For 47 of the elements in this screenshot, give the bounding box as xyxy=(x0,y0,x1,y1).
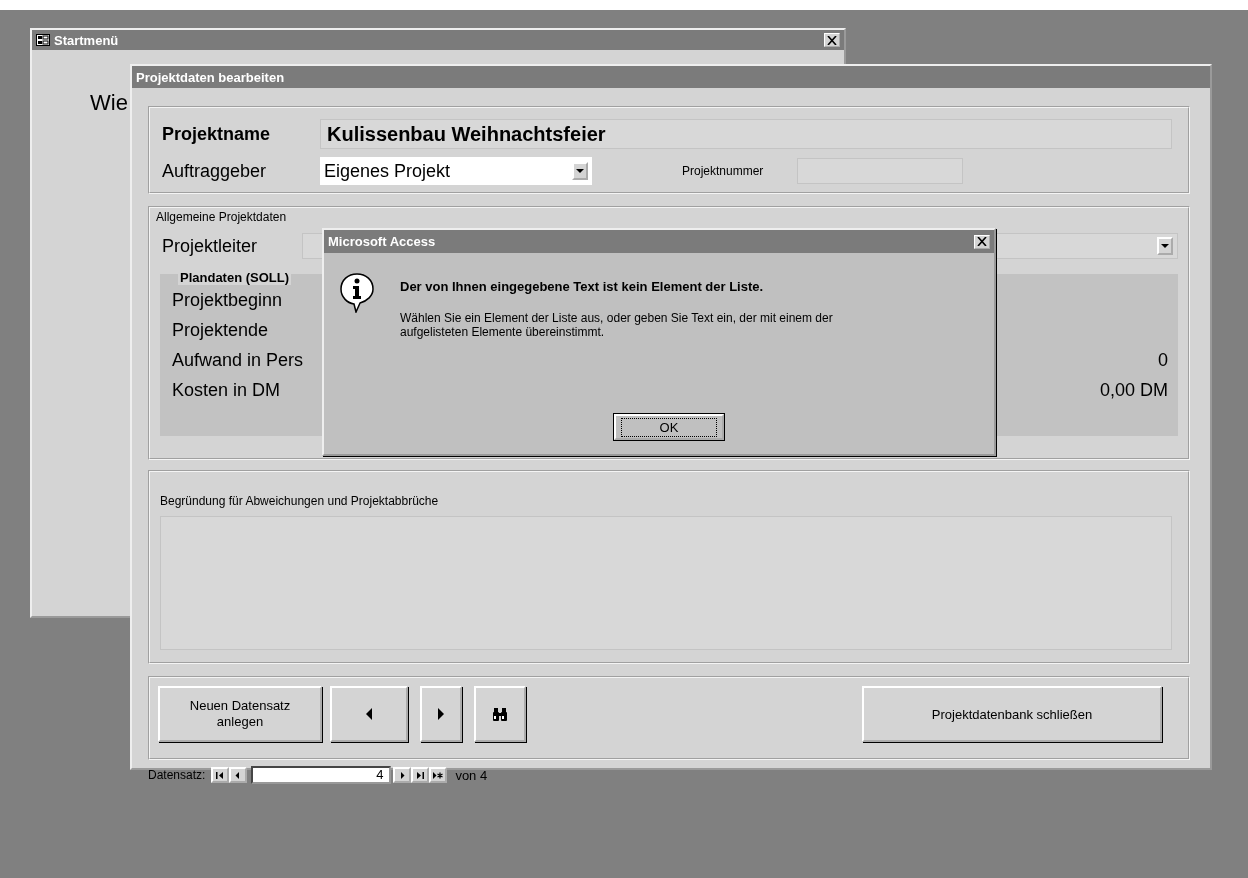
right-arrow-icon xyxy=(438,708,444,720)
welcome-heading: Wie xyxy=(90,90,128,115)
field-label: Projektende xyxy=(172,319,269,341)
close-database-button[interactable]: Projektdatenbank schließen xyxy=(862,686,1162,742)
field-label: Projektnummer xyxy=(682,164,764,178)
new-record-icon xyxy=(433,771,444,779)
previous-record-button[interactable] xyxy=(229,767,248,783)
close-button[interactable] xyxy=(974,234,990,249)
first-record-button[interactable] xyxy=(211,767,230,783)
left-arrow-icon xyxy=(366,708,372,720)
info-icon xyxy=(340,273,374,313)
field-label: Projektleiter xyxy=(161,235,259,257)
new-record-button[interactable] xyxy=(429,767,448,783)
dropdown-button[interactable] xyxy=(572,162,588,180)
record-count: von 4 xyxy=(455,767,488,783)
close-button[interactable] xyxy=(824,33,840,47)
dialog-message: Wählen Sie ein Element der Liste aus, oder geben Sie Text ein, der mit einem der aufgelisteten Elemente übereinstimmt. xyxy=(400,312,834,340)
field-value: 0 xyxy=(1158,349,1168,371)
form-icon xyxy=(36,34,50,46)
record-number-field[interactable]: 4 xyxy=(251,766,392,784)
field-label: Projektbeginn xyxy=(172,289,283,311)
field-label: Begründung für Abweichungen und Projektabbrüche xyxy=(160,494,440,508)
first-record-icon xyxy=(215,771,226,779)
field-label: Projektname xyxy=(162,123,272,145)
next-record-button[interactable] xyxy=(393,767,412,783)
dialog-heading: Der von Ihnen eingegebene Text ist kein Element der Liste. xyxy=(400,279,765,294)
project-name-field[interactable]: Kulissenbau Weihnachtsfeier xyxy=(320,119,1172,149)
new-record-button[interactable]: Neuen Datensatz anlegen xyxy=(158,686,322,742)
ok-button[interactable]: OK xyxy=(614,414,724,440)
group-label: Allgemeine Projektdaten xyxy=(156,210,288,224)
record-label: Datensatz: xyxy=(148,768,206,782)
field-label: Kosten in DM xyxy=(172,379,281,401)
window-title: Projektdaten bearbeiten xyxy=(136,69,285,85)
caret-icon xyxy=(1161,244,1169,248)
window-title: Startmenü xyxy=(54,32,119,48)
field-label: Aufwand in Pers xyxy=(172,349,304,371)
binoculars-icon xyxy=(492,707,508,721)
dialog-title: Microsoft Access xyxy=(328,234,436,249)
search-button[interactable] xyxy=(474,686,526,742)
field-value: 0,00 DM xyxy=(1099,379,1168,401)
last-record-button[interactable] xyxy=(411,767,430,783)
caret-icon xyxy=(576,169,584,173)
client-combo-box[interactable]: Eigenes Projekt xyxy=(320,157,592,185)
last-record-icon xyxy=(415,771,426,779)
field-label: Auftraggeber xyxy=(162,160,268,182)
dropdown-button[interactable] xyxy=(1157,237,1173,255)
panel-heading: Plandaten (SOLL) xyxy=(178,270,292,285)
